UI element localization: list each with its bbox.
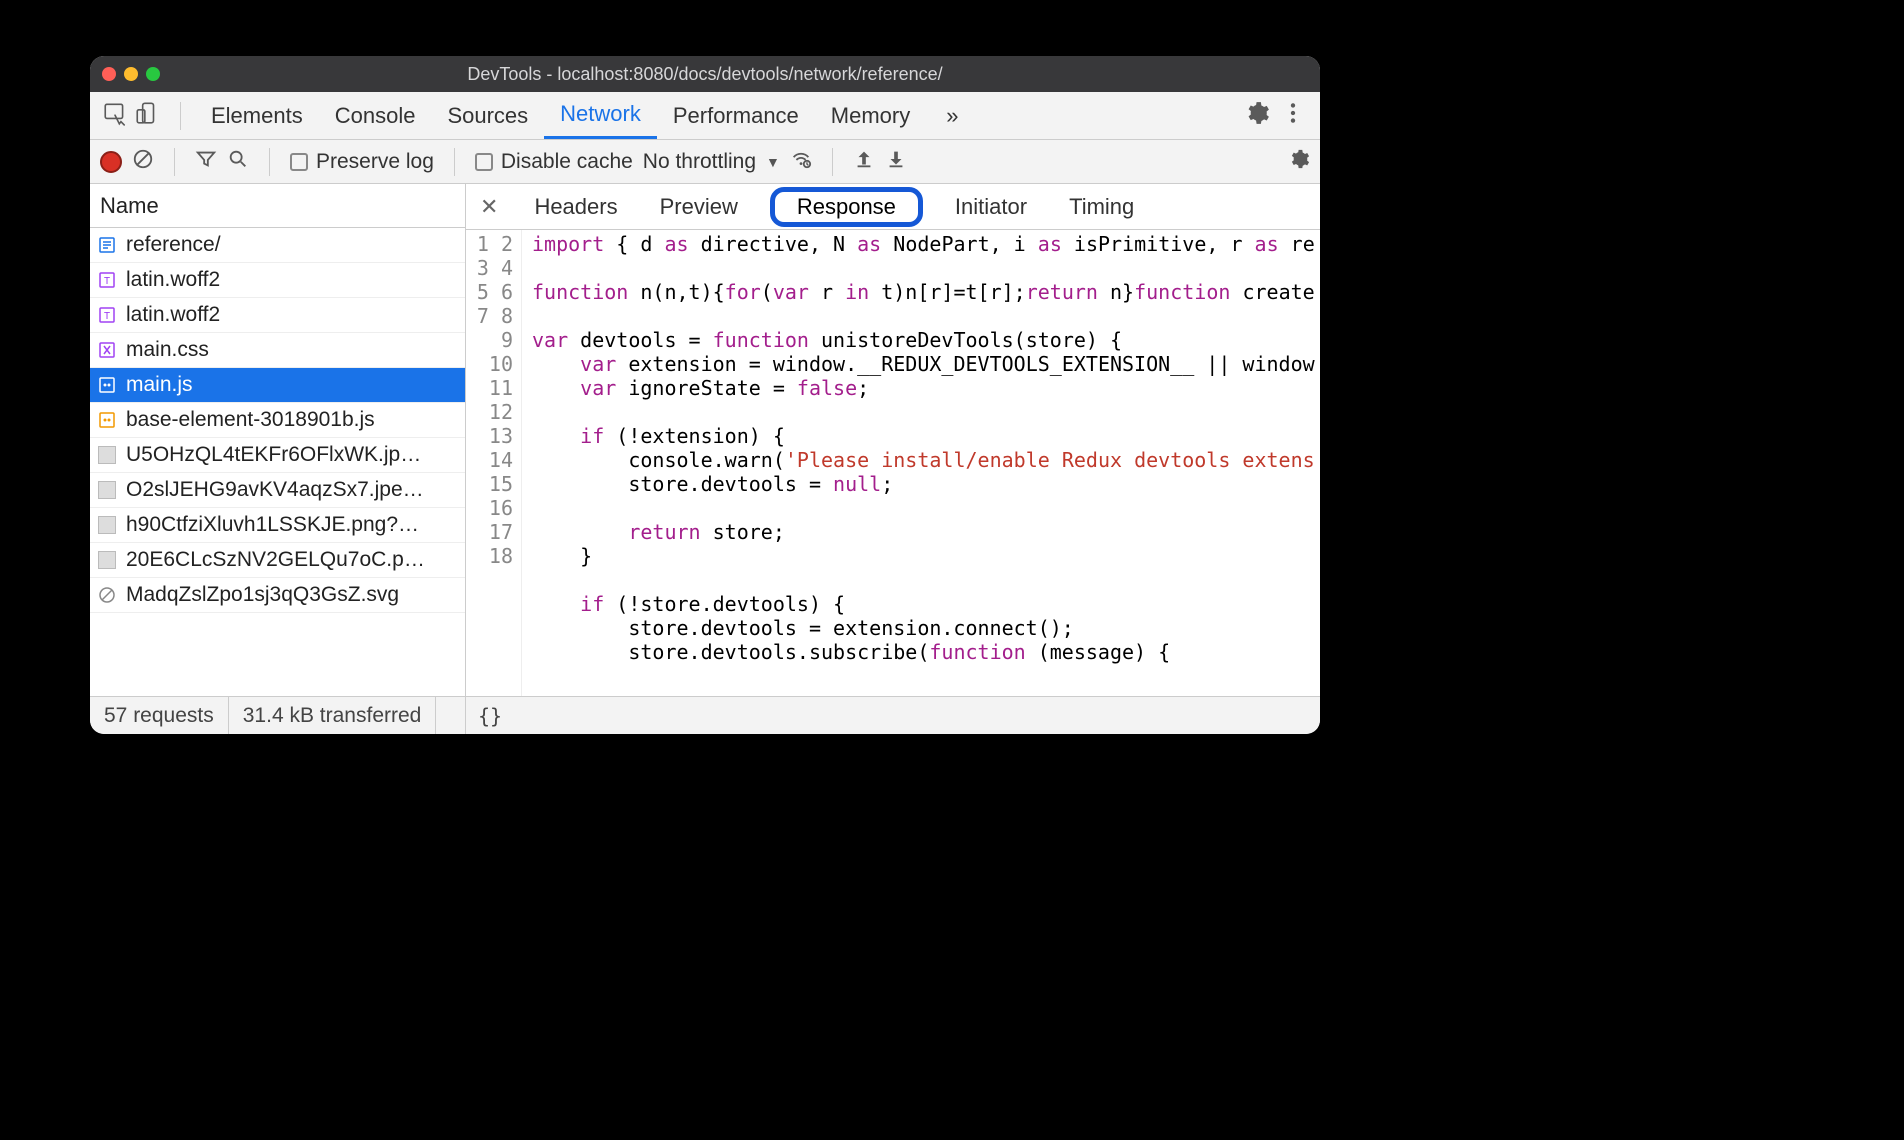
devtools-window: DevTools - localhost:8080/docs/devtools/… — [90, 56, 1320, 734]
request-details-panel: ✕ HeadersPreviewResponseInitiatorTiming … — [466, 184, 1320, 734]
css-file-icon — [98, 341, 116, 359]
network-body: Name reference/Tlatin.woff2Tlatin.woff2m… — [90, 184, 1320, 734]
throttling-value: No throttling — [643, 150, 756, 174]
svg-text:T: T — [104, 311, 110, 322]
line-gutter: 1 2 3 4 5 6 7 8 9 10 11 12 13 14 15 16 1… — [466, 230, 522, 696]
window-title: DevTools - localhost:8080/docs/devtools/… — [90, 64, 1320, 85]
checkbox-icon — [290, 153, 308, 171]
main-tab-network[interactable]: Network — [544, 92, 657, 139]
preserve-log-label: Preserve log — [316, 150, 434, 174]
close-details-button[interactable]: ✕ — [474, 194, 504, 220]
window-controls — [102, 67, 160, 81]
request-name: 20E6CLcSzNV2GELQu7oC.p… — [126, 548, 425, 572]
request-row[interactable]: reference/ — [90, 228, 465, 263]
requests-panel: Name reference/Tlatin.woff2Tlatin.woff2m… — [90, 184, 466, 734]
request-name: latin.woff2 — [126, 268, 220, 292]
main-tab-bar: ElementsConsoleSourcesNetworkPerformance… — [90, 92, 1320, 140]
upload-har-icon[interactable] — [853, 148, 875, 176]
response-body: 1 2 3 4 5 6 7 8 9 10 11 12 13 14 15 16 1… — [466, 230, 1320, 696]
request-name: MadqZslZpo1sj3qQ3GsZ.svg — [126, 583, 399, 607]
main-tab-performance[interactable]: Performance — [657, 92, 815, 139]
minimize-window-button[interactable] — [124, 67, 138, 81]
name-column-header[interactable]: Name — [90, 184, 465, 228]
titlebar: DevTools - localhost:8080/docs/devtools/… — [90, 56, 1320, 92]
main-tab-console[interactable]: Console — [319, 92, 432, 139]
detail-tab-timing[interactable]: Timing — [1059, 190, 1144, 224]
maximize-window-button[interactable] — [146, 67, 160, 81]
img-file-icon — [98, 551, 116, 569]
request-row[interactable]: U5OHzQL4tEKFr6OFlxWK.jp… — [90, 438, 465, 473]
request-name: O2slJEHG9avKV4aqzSx7.jpe… — [126, 478, 424, 502]
network-settings-icon[interactable] — [1288, 148, 1310, 176]
disable-cache-toggle[interactable]: Disable cache — [475, 150, 633, 174]
close-window-button[interactable] — [102, 67, 116, 81]
clear-icon[interactable] — [132, 148, 154, 176]
request-name: main.css — [126, 338, 209, 362]
main-tab-elements[interactable]: Elements — [195, 92, 319, 139]
requests-list: reference/Tlatin.woff2Tlatin.woff2main.c… — [90, 228, 465, 696]
record-button[interactable] — [100, 151, 122, 173]
js-file-icon — [98, 411, 116, 429]
network-conditions-icon[interactable] — [790, 148, 812, 176]
dropdown-caret-icon: ▼ — [766, 154, 780, 170]
preserve-log-toggle[interactable]: Preserve log — [290, 150, 434, 174]
request-row[interactable]: base-element-3018901b.js — [90, 403, 465, 438]
filter-icon[interactable] — [195, 148, 217, 176]
transferred-size: 31.4 kB transferred — [229, 697, 437, 734]
request-name: main.js — [126, 373, 193, 397]
device-toolbar-icon[interactable] — [134, 100, 160, 132]
request-name: h90CtfziXluvh1LSSKJE.png?… — [126, 513, 419, 537]
kebab-menu-icon[interactable] — [1280, 100, 1306, 132]
svg-file-icon — [98, 586, 116, 604]
request-name: base-element-3018901b.js — [126, 408, 375, 432]
code-content[interactable]: import { d as directive, N as NodePart, … — [522, 230, 1320, 696]
disable-cache-label: Disable cache — [501, 150, 633, 174]
checkbox-icon — [475, 153, 493, 171]
font-file-icon: T — [98, 306, 116, 324]
separator — [180, 102, 181, 130]
network-toolbar: Preserve log Disable cache No throttling… — [90, 140, 1320, 184]
js-file-icon — [98, 376, 116, 394]
doc-file-icon — [98, 236, 116, 254]
img-file-icon — [98, 446, 116, 464]
requests-status-bar: 57 requests 31.4 kB transferred — [90, 696, 465, 734]
img-file-icon — [98, 481, 116, 499]
detail-tab-headers[interactable]: Headers — [524, 190, 627, 224]
request-row[interactable]: Tlatin.woff2 — [90, 263, 465, 298]
detail-tab-response[interactable]: Response — [787, 190, 906, 223]
more-tabs-button[interactable]: » — [930, 92, 974, 139]
inspect-element-icon[interactable] — [102, 100, 128, 132]
pretty-print-button[interactable]: {} — [466, 696, 1320, 734]
detail-tab-bar: ✕ Headers Preview Response Initiator Timing — [466, 184, 1320, 230]
requests-count: 57 requests — [90, 697, 229, 734]
main-tab-memory[interactable]: Memory — [815, 92, 926, 139]
request-row[interactable]: 20E6CLcSzNV2GELQu7oC.p… — [90, 543, 465, 578]
request-name: latin.woff2 — [126, 303, 220, 327]
request-name: reference/ — [126, 233, 221, 257]
request-row[interactable]: O2slJEHG9avKV4aqzSx7.jpe… — [90, 473, 465, 508]
svg-text:T: T — [104, 276, 110, 287]
img-file-icon — [98, 516, 116, 534]
request-row[interactable]: main.js — [90, 368, 465, 403]
download-har-icon[interactable] — [885, 148, 907, 176]
request-row[interactable]: h90CtfziXluvh1LSSKJE.png?… — [90, 508, 465, 543]
font-file-icon: T — [98, 271, 116, 289]
detail-tab-preview[interactable]: Preview — [650, 190, 748, 224]
main-tab-sources[interactable]: Sources — [431, 92, 544, 139]
request-row[interactable]: Tlatin.woff2 — [90, 298, 465, 333]
request-row[interactable]: MadqZslZpo1sj3qQ3GsZ.svg — [90, 578, 465, 613]
search-icon[interactable] — [227, 148, 249, 176]
throttling-select[interactable]: No throttling ▼ — [643, 150, 780, 174]
request-name: U5OHzQL4tEKFr6OFlxWK.jp… — [126, 443, 421, 467]
response-tab-highlight: Response — [770, 187, 923, 227]
settings-icon[interactable] — [1244, 100, 1270, 132]
request-row[interactable]: main.css — [90, 333, 465, 368]
detail-tab-initiator[interactable]: Initiator — [945, 190, 1037, 224]
